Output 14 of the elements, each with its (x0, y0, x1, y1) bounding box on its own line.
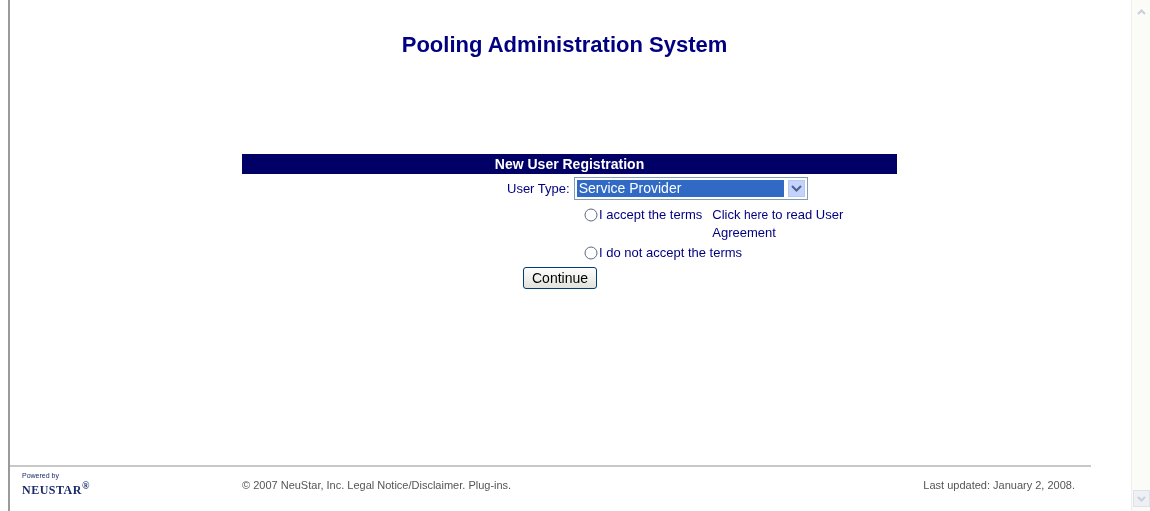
user-type-dropdown[interactable]: Service Provider (573, 177, 808, 200)
last-updated-text: Last updated: January 2, 2008. (923, 479, 1075, 491)
agreement-note: Click here to read User Agreement (712, 206, 845, 241)
continue-button[interactable]: Continue (523, 267, 598, 289)
logo-text: NEUSTAR$^{®}$ (22, 480, 91, 498)
radio-button[interactable] (584, 246, 598, 260)
radio-button[interactable] (584, 208, 598, 222)
form-heading: New User Registration (242, 154, 897, 174)
agreement-link[interactable]: here (744, 208, 769, 222)
radio-label: I accept the terms (599, 206, 703, 223)
user-type-label: User Type: (507, 181, 570, 196)
radio-label: I do not accept the terms (599, 244, 743, 261)
page-title: Pooling Administration System (400, 32, 729, 58)
copyright-text: © 2007 NeuStar, Inc. Legal Notice/Disclaimer. Plug-ins. (242, 479, 512, 491)
